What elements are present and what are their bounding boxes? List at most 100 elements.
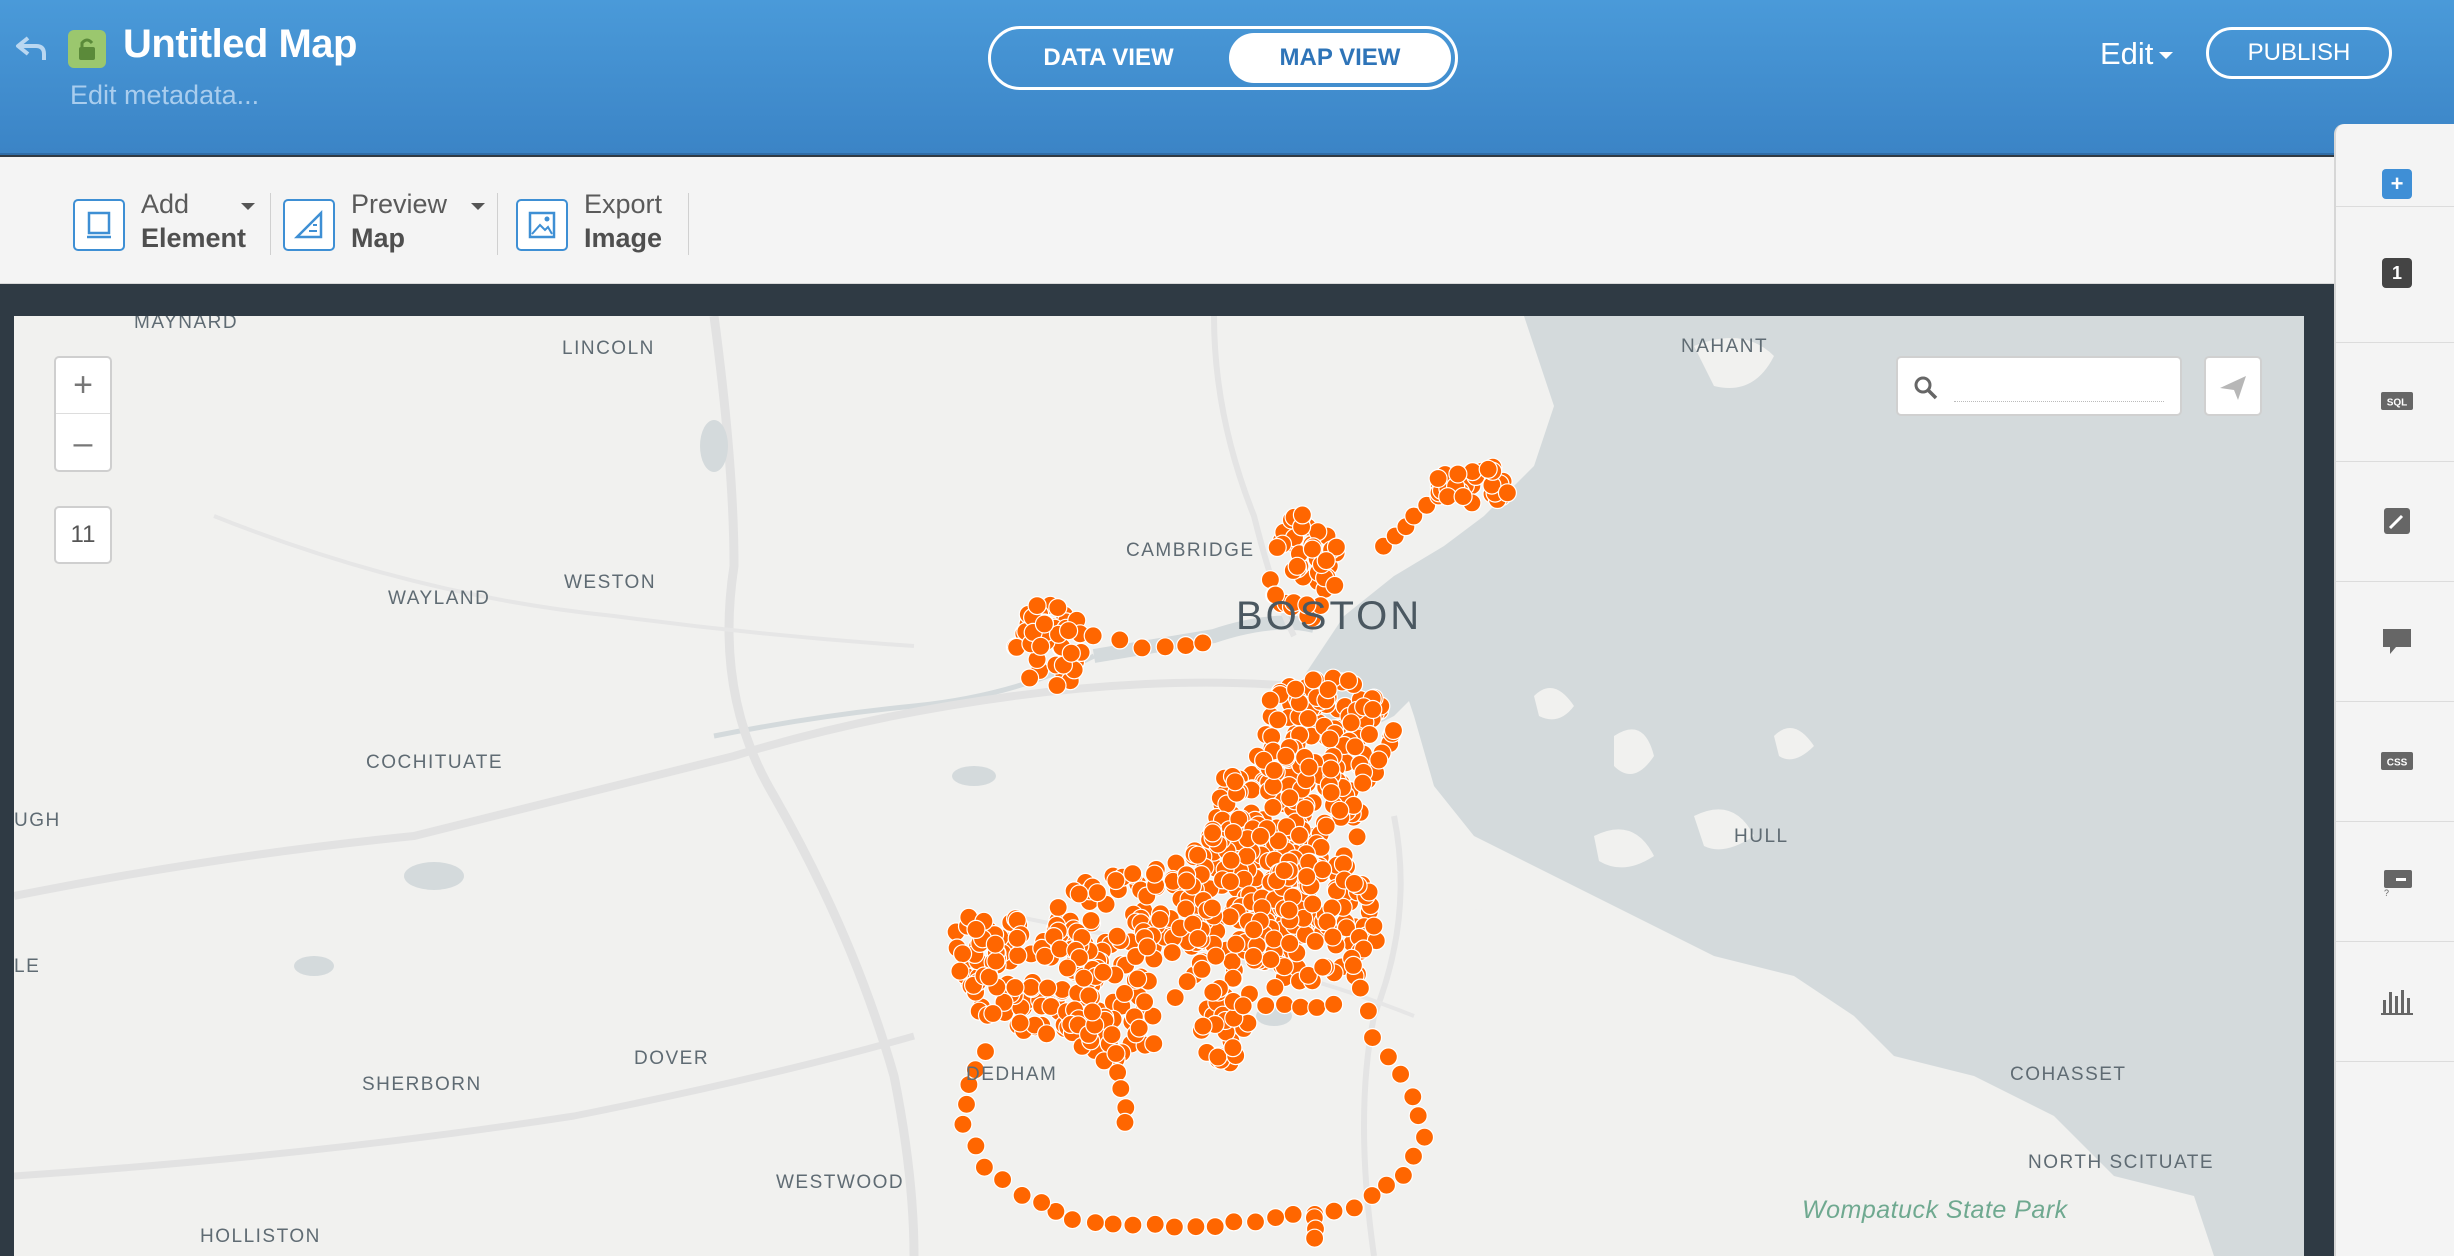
data-point — [1280, 933, 1300, 954]
data-point — [974, 1157, 995, 1177]
export-image-label-1: Export — [584, 189, 663, 219]
legend-icon: ? — [2384, 870, 2412, 896]
data-point — [1358, 1001, 1379, 1021]
data-point — [1265, 977, 1285, 998]
svg-text:CSS: CSS — [2387, 758, 2408, 769]
data-point — [992, 1169, 1013, 1190]
data-point — [1295, 799, 1315, 819]
data-point — [1048, 897, 1068, 918]
sql-tab[interactable]: SQL — [2336, 342, 2454, 462]
data-point — [1383, 720, 1404, 741]
map-label-cochituate: COCHITUATE — [366, 752, 504, 773]
data-point — [1344, 1198, 1364, 1218]
data-point — [1453, 487, 1473, 507]
data-point — [1297, 866, 1317, 887]
sql-icon: SQL — [2381, 392, 2413, 410]
data-point — [1223, 822, 1243, 843]
map-label-ugh: UGH — [14, 810, 61, 831]
data-point — [1106, 1043, 1126, 1064]
data-point — [1263, 797, 1283, 817]
map-canvas[interactable]: MAYNARD LINCOLN NAHANT CAMBRIDGE BOSTON … — [14, 316, 2304, 1256]
data-point — [1353, 773, 1373, 793]
data-point — [966, 919, 986, 940]
add-element-label-1: Add — [141, 189, 190, 219]
wizard-tab[interactable] — [2336, 462, 2454, 582]
wizard-icon — [2384, 508, 2410, 534]
layer-panel: + 1 SQL CSS ? — [2334, 124, 2454, 1256]
data-point — [1330, 800, 1350, 820]
search-input[interactable] — [1954, 372, 2164, 402]
export-image-button[interactable]: Export Image — [516, 189, 686, 255]
data-point — [1206, 946, 1226, 966]
data-point — [1325, 575, 1345, 595]
zoom-out-button[interactable]: – — [56, 416, 110, 472]
data-point — [1274, 860, 1294, 881]
data-point — [1233, 996, 1253, 1016]
chart-tab[interactable] — [2336, 942, 2454, 1062]
data-point — [1244, 920, 1264, 940]
zoom-in-button[interactable]: + — [56, 358, 110, 414]
lock-icon[interactable] — [68, 30, 106, 68]
map-label-cohasset: COHASSET — [2010, 1064, 2127, 1085]
data-point — [1333, 854, 1354, 874]
preview-map-button[interactable]: Preview Map — [283, 189, 493, 255]
map-label-boston: BOSTON — [1236, 594, 1423, 638]
data-point — [1031, 1192, 1052, 1213]
data-point — [1107, 926, 1127, 946]
data-point — [1245, 1212, 1266, 1232]
map-label-holliston: HOLLISTON — [200, 1226, 321, 1247]
data-point — [1145, 1214, 1165, 1234]
data-point — [1414, 1127, 1435, 1147]
data-point — [1285, 679, 1306, 699]
legend-tab[interactable]: ? — [2336, 822, 2454, 942]
data-point — [1264, 760, 1284, 780]
data-point — [1304, 1228, 1325, 1248]
data-point — [1321, 783, 1341, 803]
locate-arrow-icon — [2220, 376, 2246, 400]
data-point — [1307, 997, 1327, 1018]
data-point — [1193, 633, 1213, 653]
locate-button[interactable] — [2204, 356, 2262, 416]
data-point — [983, 1003, 1003, 1024]
data-point — [1137, 937, 1157, 957]
add-element-icon — [73, 199, 125, 251]
publish-button[interactable]: PUBLISH — [2206, 27, 2392, 79]
layer-number-badge[interactable]: 1 — [2382, 258, 2412, 288]
data-point — [950, 961, 970, 981]
map-label-weston: WESTON — [564, 572, 657, 593]
data-point — [1313, 957, 1333, 977]
data-point — [1362, 1027, 1383, 1048]
edit-metadata-link[interactable]: Edit metadata... — [70, 80, 259, 111]
data-view-tab[interactable]: DATA VIEW — [991, 29, 1226, 87]
data-point — [1164, 1217, 1185, 1237]
map-title[interactable]: Untitled Map — [123, 22, 357, 67]
data-point — [1341, 713, 1361, 733]
map-label-hull: HULL — [1734, 826, 1789, 847]
data-point — [1256, 995, 1276, 1016]
data-point — [1037, 978, 1058, 998]
data-point — [1202, 823, 1223, 843]
data-point — [1403, 1146, 1424, 1166]
caret-down-icon — [471, 203, 485, 210]
back-arrow-icon[interactable] — [14, 32, 48, 62]
data-point — [1292, 505, 1313, 525]
edit-menu[interactable]: Edit — [2100, 36, 2174, 72]
data-point — [1224, 1212, 1244, 1232]
css-icon: CSS — [2381, 752, 2413, 770]
data-point — [1378, 1047, 1399, 1067]
add-layer-button[interactable]: + — [2382, 169, 2412, 199]
data-point — [1220, 871, 1241, 892]
data-point — [1223, 1038, 1243, 1058]
data-point — [1047, 675, 1067, 696]
map-label-cambridge: CAMBRIDGE — [1126, 540, 1255, 561]
top-header: Untitled Map Edit metadata... DATA VIEW … — [0, 0, 2454, 155]
data-point — [956, 1094, 977, 1114]
infowindow-tab[interactable] — [2336, 582, 2454, 702]
map-label-wayland: WAYLAND — [388, 588, 491, 609]
css-tab[interactable]: CSS — [2336, 702, 2454, 822]
data-point — [1279, 900, 1299, 920]
add-element-button[interactable]: Add Element — [73, 189, 263, 255]
map-view-tab[interactable]: MAP VIEW — [1229, 33, 1451, 83]
data-point — [1364, 916, 1384, 936]
map-label-maynard: MAYNARD — [134, 316, 239, 333]
